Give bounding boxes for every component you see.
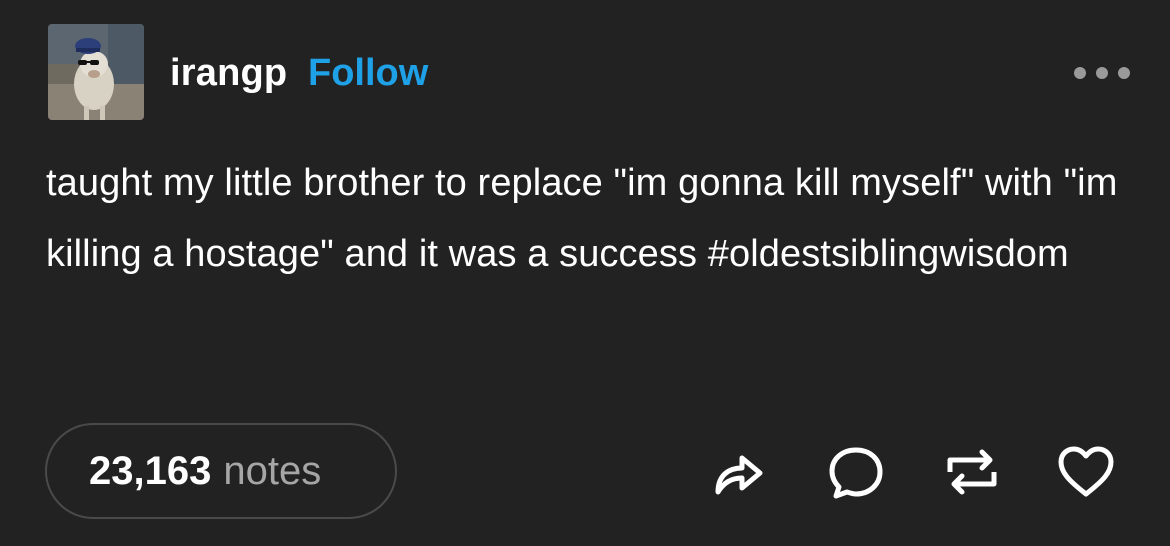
- share-icon: [715, 455, 763, 495]
- notes-label: notes: [223, 448, 322, 493]
- follow-button[interactable]: Follow: [308, 48, 428, 98]
- author-username[interactable]: irangp: [170, 48, 287, 98]
- like-button[interactable]: [1056, 442, 1116, 502]
- more-options-button[interactable]: [1068, 58, 1136, 88]
- post-body: taught my little brother to replace "im …: [46, 162, 1118, 275]
- more-options-icon: [1074, 67, 1130, 79]
- reblog-icon: [947, 449, 997, 495]
- heart-icon: [1058, 446, 1114, 497]
- notes-count: 23,163: [89, 448, 212, 493]
- share-button[interactable]: [708, 442, 768, 502]
- reply-icon: [829, 447, 883, 499]
- reblog-button[interactable]: [942, 442, 1002, 502]
- avatar-image: [48, 24, 144, 120]
- reply-button[interactable]: [826, 442, 886, 502]
- avatar[interactable]: [48, 24, 144, 120]
- notes-button[interactable]: 23,163 notes: [45, 423, 397, 519]
